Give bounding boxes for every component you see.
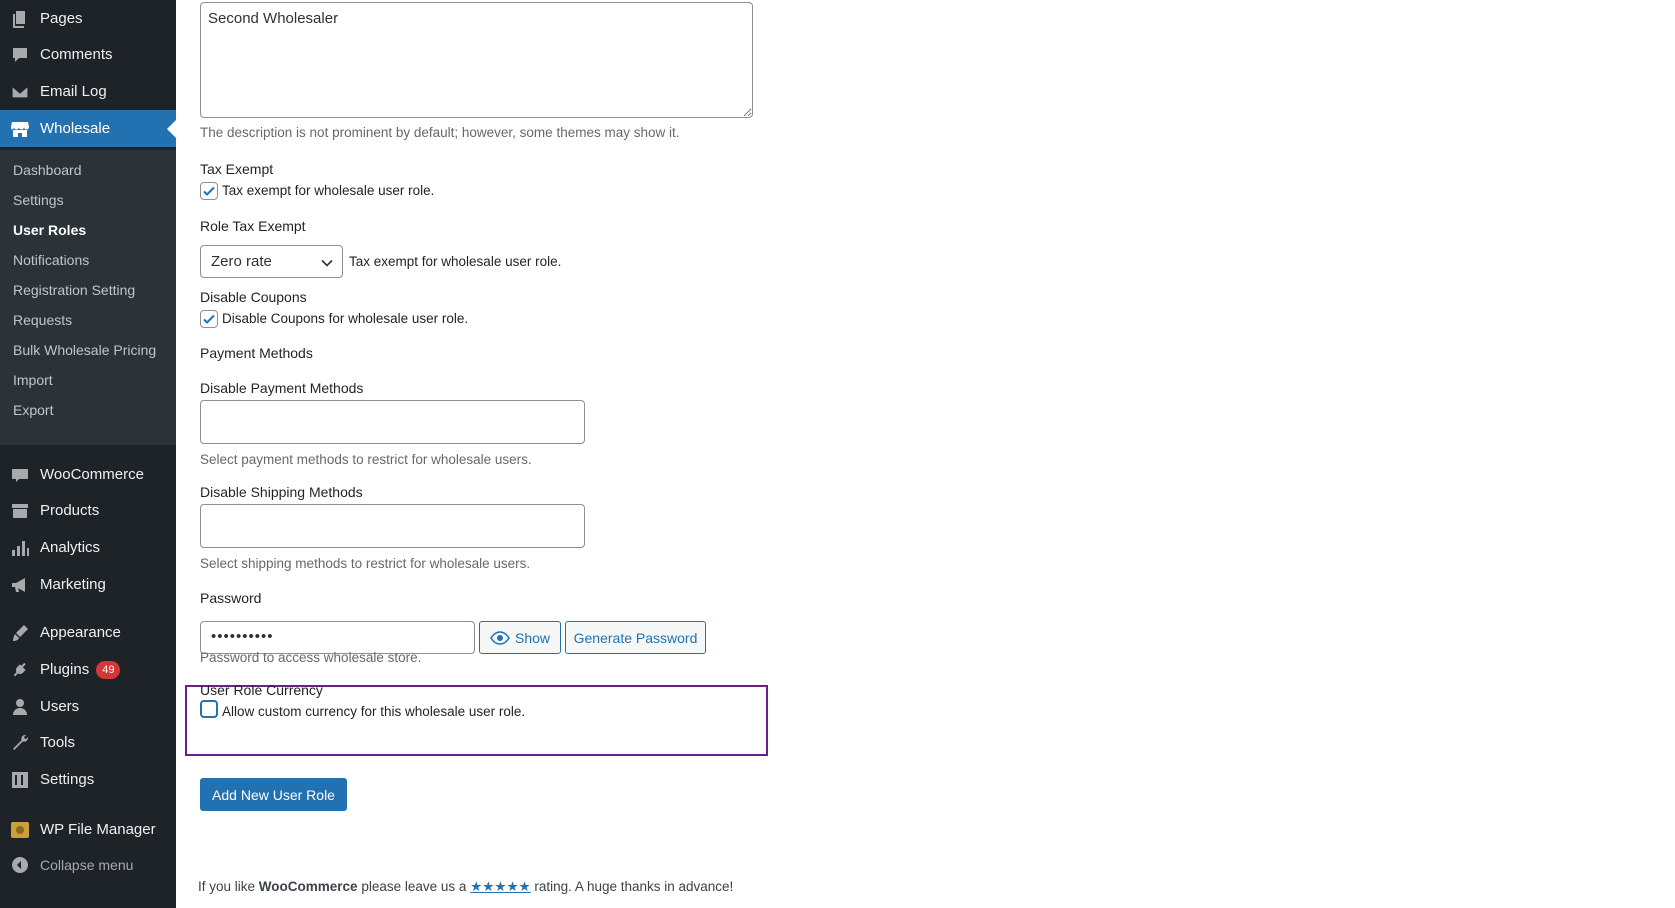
submenu-settings[interactable]: Settings <box>13 192 64 208</box>
menu-label: Pages <box>40 10 83 27</box>
collapse-arrow-icon <box>9 854 31 876</box>
menu-item-analytics[interactable]: Analytics <box>0 529 176 566</box>
submenu-requests[interactable]: Requests <box>13 312 72 328</box>
tax-exempt-label: Tax Exempt <box>200 161 274 177</box>
plugins-update-badge: 49 <box>96 660 121 679</box>
add-new-user-role-button[interactable]: Add New User Role <box>200 778 347 811</box>
menu-item-settings[interactable]: Settings <box>0 761 176 798</box>
menu-label: Products <box>40 502 100 519</box>
submenu-bulk-wholesale-pricing[interactable]: Bulk Wholesale Pricing <box>13 342 156 358</box>
description-textarea[interactable]: Second Wholesaler <box>200 2 753 118</box>
menu-item-marketing[interactable]: Marketing <box>0 566 176 603</box>
menu-item-users[interactable]: Users <box>0 688 176 725</box>
admin-footer-text: If you like WooCommerce please leave us … <box>198 879 733 895</box>
appearance-icon <box>9 622 31 644</box>
checkmark-icon <box>203 186 215 196</box>
submenu-dashboard[interactable]: Dashboard <box>13 162 82 178</box>
analytics-icon <box>9 537 31 559</box>
menu-label: Analytics <box>40 539 101 556</box>
submenu-export[interactable]: Export <box>13 402 53 418</box>
user-role-currency-checkbox-label: Allow custom currency for this wholesale… <box>222 704 526 719</box>
password-help: Password to access wholesale store. <box>200 650 422 665</box>
menu-item-plugins[interactable]: Plugins 49 <box>0 651 176 688</box>
plugins-icon <box>9 659 31 681</box>
description-help: The description is not prominent by defa… <box>200 125 680 140</box>
menu-label: Users <box>40 698 80 715</box>
disable-coupons-checkbox-label: Disable Coupons for wholesale user role. <box>222 311 469 326</box>
menu-item-wp-file-manager[interactable]: WP File Manager <box>0 811 176 848</box>
menu-label: Email Log <box>40 83 107 100</box>
menu-label: Wholesale <box>40 120 111 137</box>
footer-brand: WooCommerce <box>258 879 358 894</box>
show-password-button[interactable]: Show <box>479 621 561 654</box>
checkmark-icon <box>203 314 215 324</box>
users-icon <box>9 696 31 718</box>
user-role-currency-checkbox[interactable] <box>200 700 218 718</box>
disable-payment-methods-select[interactable] <box>200 400 585 444</box>
role-tax-exempt-help: Tax exempt for wholesale user role. <box>349 254 562 269</box>
menu-item-appearance[interactable]: Appearance <box>0 614 176 651</box>
wholesale-submenu: Dashboard Settings User Roles Notificati… <box>0 150 176 445</box>
disable-shipping-methods-label: Disable Shipping Methods <box>200 484 363 500</box>
disable-shipping-methods-select[interactable] <box>200 504 585 548</box>
admin-sidebar: Pages Comments Email Log Wholesale Dashb… <box>0 0 176 908</box>
menu-label: Marketing <box>40 576 106 593</box>
tax-exempt-checkbox[interactable] <box>200 182 218 200</box>
menu-label: Comments <box>40 46 113 63</box>
submenu-import[interactable]: Import <box>13 372 53 388</box>
menu-item-products[interactable]: Products <box>0 492 176 529</box>
chevron-down-icon <box>321 259 333 267</box>
menu-label: WooCommerce <box>40 466 144 483</box>
generate-password-label: Generate Password <box>573 629 698 646</box>
email-icon <box>9 81 31 103</box>
disable-coupons-label: Disable Coupons <box>200 289 307 305</box>
menu-label: WP File Manager <box>40 821 156 838</box>
file-manager-icon <box>9 819 31 841</box>
collapse-label: Collapse menu <box>40 856 134 873</box>
role-tax-exempt-selected: Zero rate <box>211 253 272 270</box>
rating-stars-link[interactable]: ★★★★★ <box>470 879 531 894</box>
tax-exempt-checkbox-label: Tax exempt for wholesale user role. <box>222 183 435 198</box>
payment-methods-heading: Payment Methods <box>200 345 313 361</box>
menu-item-tools[interactable]: Tools <box>0 724 176 761</box>
eye-icon <box>490 630 510 645</box>
menu-label: Plugins <box>40 661 90 678</box>
menu-label: Tools <box>40 734 76 751</box>
tools-icon <box>9 732 31 754</box>
comments-icon <box>9 44 31 66</box>
footer-prefix: If you like <box>198 879 259 894</box>
footer-middle: please leave us a <box>357 879 471 894</box>
generate-password-button[interactable]: Generate Password <box>565 621 706 654</box>
collapse-menu-button[interactable]: Collapse menu <box>0 846 176 883</box>
menu-label: Appearance <box>40 624 121 641</box>
menu-item-wholesale[interactable]: Wholesale <box>0 110 176 147</box>
store-icon <box>9 118 31 140</box>
disable-payment-methods-label: Disable Payment Methods <box>200 380 364 396</box>
submenu-notifications[interactable]: Notifications <box>13 252 89 268</box>
submenu-registration-setting[interactable]: Registration Setting <box>13 282 135 298</box>
menu-label: Settings <box>40 771 95 788</box>
user-role-currency-label: User Role Currency <box>200 682 323 698</box>
products-icon <box>9 500 31 522</box>
disable-shipping-methods-help: Select shipping methods to restrict for … <box>200 556 531 571</box>
disable-payment-methods-help: Select payment methods to restrict for w… <box>200 452 532 467</box>
menu-item-email-log[interactable]: Email Log <box>0 73 176 110</box>
menu-item-comments[interactable]: Comments <box>0 36 176 73</box>
menu-item-pages[interactable]: Pages <box>0 0 176 37</box>
user-role-form: Second Wholesaler The description is not… <box>176 0 1675 908</box>
pages-icon <box>9 8 31 30</box>
submenu-user-roles[interactable]: User Roles <box>13 222 86 238</box>
woo-icon <box>9 464 31 486</box>
settings-icon <box>9 769 31 791</box>
role-tax-exempt-select[interactable]: Zero rate <box>200 245 343 278</box>
password-label: Password <box>200 590 262 606</box>
footer-suffix: rating. A huge thanks in advance! <box>530 879 734 894</box>
menu-item-woocommerce[interactable]: WooCommerce <box>0 456 176 493</box>
disable-coupons-checkbox[interactable] <box>200 310 218 328</box>
role-tax-exempt-label: Role Tax Exempt <box>200 218 306 234</box>
marketing-icon <box>9 574 31 596</box>
show-password-label: Show <box>514 629 551 646</box>
add-new-user-role-label: Add New User Role <box>212 786 335 803</box>
